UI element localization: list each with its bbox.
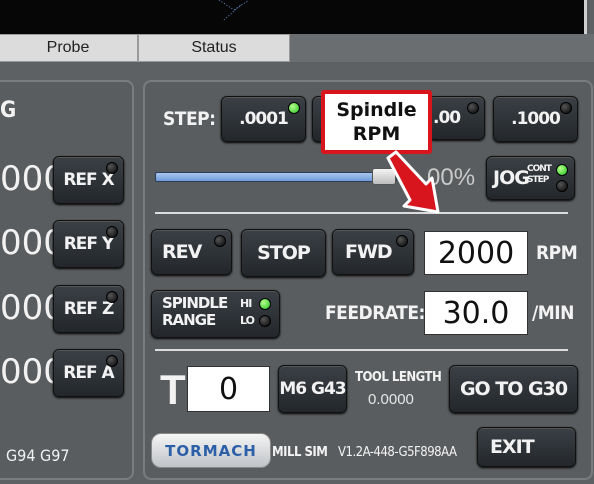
- divider: [155, 212, 568, 214]
- ref-x-button[interactable]: REF X: [53, 156, 124, 204]
- spindle-rev-button[interactable]: REV: [151, 229, 232, 275]
- ref-a-button[interactable]: REF A: [53, 349, 124, 397]
- lo-led-icon: [259, 315, 271, 327]
- step-01-label: .00: [433, 108, 461, 128]
- hi-lo-text: HI LO: [240, 295, 255, 329]
- ref-z-button[interactable]: REF Z: [53, 285, 124, 333]
- go-to-g30-label: GO TO G30: [459, 378, 568, 400]
- spindle-range-text: SPINDLE RANGE: [162, 294, 228, 329]
- callout-line-2: RPM: [352, 123, 401, 145]
- step-0001-led-icon: [288, 102, 300, 114]
- jog-speed-slider[interactable]: [155, 172, 397, 182]
- tormach-logo: TORMACH: [151, 433, 271, 468]
- callout-arrow-icon: [386, 150, 440, 214]
- step-01-led-icon: [467, 102, 479, 114]
- rpm-unit-label: RPM: [536, 242, 578, 264]
- spindle-rpm-field[interactable]: 2000: [424, 231, 528, 275]
- stop-label: STOP: [257, 242, 311, 264]
- tab-status[interactable]: Status: [138, 34, 290, 62]
- jog-mode-text: CONT STEP: [527, 164, 552, 186]
- dro-heading: G: [0, 98, 16, 123]
- exit-label: EXIT: [490, 436, 535, 458]
- jog-cont-led-icon: [556, 164, 568, 176]
- spindle-rpm-callout: Spindle RPM: [321, 90, 432, 154]
- step-1000-button[interactable]: .1000: [493, 96, 578, 142]
- ref-x-label: REF X: [63, 170, 114, 190]
- ref-y-button[interactable]: REF Y: [53, 220, 124, 268]
- go-to-g30-button[interactable]: GO TO G30: [449, 365, 578, 413]
- ref-a-led-icon: [106, 355, 118, 367]
- divider: [155, 349, 568, 351]
- jog-mode-button[interactable]: JOG CONT STEP: [486, 156, 575, 200]
- spindle-range-button[interactable]: SPINDLE RANGE HI LO: [151, 290, 280, 338]
- fwd-led-icon: [396, 235, 408, 247]
- ref-y-label: REF Y: [63, 234, 115, 254]
- active-gcodes: G94 G97: [6, 446, 70, 465]
- m6-g43-label: M6 G43: [279, 379, 346, 399]
- lo-label: LO: [240, 314, 255, 327]
- range-label: RANGE: [162, 311, 216, 329]
- step-01-button[interactable]: .00: [428, 96, 485, 140]
- exit-button[interactable]: EXIT: [477, 427, 576, 467]
- mill-sim-label: MILL SIM: [272, 445, 328, 460]
- dro-panel: [0, 80, 134, 480]
- spindle-fwd-button[interactable]: FWD: [332, 229, 414, 275]
- toolpath-viewport[interactable]: [0, 0, 587, 34]
- fwd-label: FWD: [345, 241, 393, 263]
- tab-strip: Probe Status: [0, 34, 594, 62]
- ref-z-led-icon: [106, 291, 118, 303]
- step-1000-label: .1000: [511, 109, 561, 129]
- tool-t-label: T: [160, 366, 186, 413]
- tool-number-field[interactable]: 0: [187, 366, 270, 412]
- step-0001-button[interactable]: .0001: [221, 96, 306, 142]
- spindle-label: SPINDLE: [162, 294, 228, 312]
- hi-label: HI: [240, 297, 252, 310]
- feedrate-label: FEEDRATE:: [325, 302, 425, 324]
- ref-y-led-icon: [106, 226, 118, 238]
- step-1000-led-icon: [560, 102, 572, 114]
- version-label: V1.2A-448-G5F898AA: [338, 445, 457, 460]
- ref-x-led-icon: [106, 162, 118, 174]
- jog-cont-label: CONT: [527, 164, 552, 174]
- step-0001-label: .0001: [239, 109, 289, 129]
- jog-label: JOG: [493, 167, 530, 189]
- tool-length-value: 0.0000: [368, 391, 414, 408]
- feedrate-field[interactable]: 30.0: [424, 291, 528, 335]
- ref-a-label: REF A: [63, 363, 114, 383]
- jog-step-label: STEP: [527, 175, 549, 185]
- jog-step-led-icon: [556, 180, 568, 192]
- rev-led-icon: [214, 235, 226, 247]
- ref-z-label: REF Z: [63, 299, 115, 319]
- feedrate-unit-label: /MIN: [532, 302, 574, 324]
- toolpath-lines: [218, 0, 250, 20]
- m6-g43-button[interactable]: M6 G43: [278, 365, 347, 413]
- tormach-logo-text: TORMACH: [165, 441, 257, 460]
- rev-label: REV: [162, 241, 202, 263]
- step-label: STEP:: [163, 108, 216, 130]
- hi-led-icon: [259, 298, 271, 310]
- spindle-stop-button[interactable]: STOP: [241, 229, 326, 277]
- tool-length-label: TOOL LENGTH: [355, 370, 442, 385]
- callout-line-1: Spindle: [336, 99, 417, 121]
- tab-probe[interactable]: Probe: [0, 34, 138, 62]
